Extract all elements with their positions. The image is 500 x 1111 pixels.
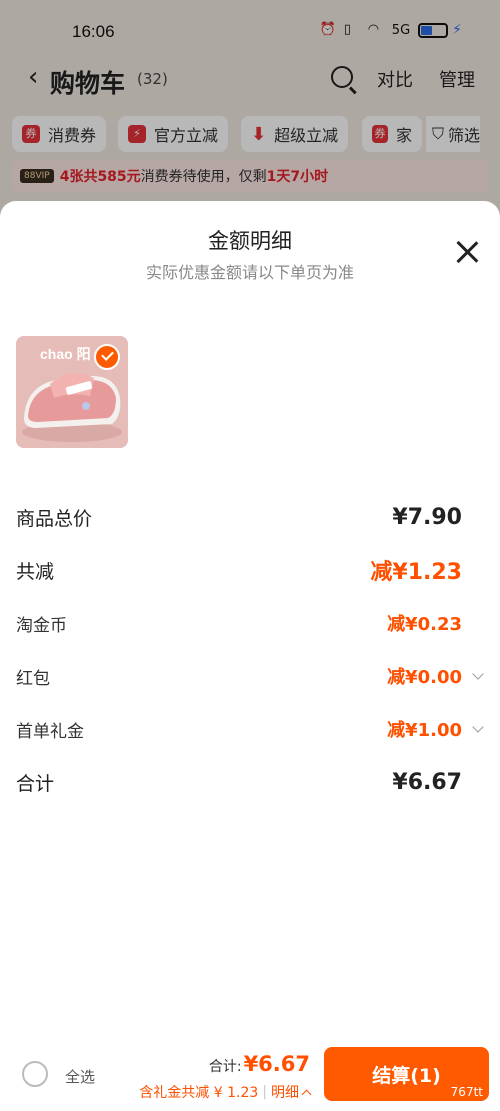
first-order-gift-label: 首单礼金 bbox=[16, 721, 84, 742]
checkout-button[interactable]: 结算(1) 767tt bbox=[324, 1047, 489, 1101]
sheet-subtitle: 实际优惠金额请以下单页为准 bbox=[145, 263, 354, 282]
amount-detail-sheet: 金额明细 实际优惠金额请以下单页为准 chao 阳 商品总价 ¥7.90 共减 … bbox=[0, 201, 500, 1111]
chevron-down-icon[interactable] bbox=[472, 668, 484, 680]
first-order-gift-value-group: 减¥1.00 bbox=[387, 716, 484, 742]
close-icon[interactable] bbox=[454, 239, 480, 265]
detail-link[interactable]: 明细 bbox=[271, 1082, 299, 1102]
bottom-total-amount: ¥6.67 bbox=[243, 1052, 310, 1076]
select-all-label[interactable]: 全选 bbox=[65, 1066, 95, 1087]
discount-detail-link[interactable]: 含礼金共减 ¥ 1.23 | 明细 bbox=[139, 1082, 312, 1102]
hongbao-value-group: 减¥0.00 bbox=[387, 663, 484, 689]
checkout-bar: 全选 合计: ¥6.67 含礼金共减 ¥ 1.23 | 明细 结算(1) 767… bbox=[0, 1040, 500, 1111]
discount-note: 含礼金共减 ¥ 1.23 bbox=[139, 1085, 259, 1101]
row-total: 合计 ¥6.67 bbox=[16, 765, 462, 799]
total-discount-label: 共减 bbox=[16, 560, 55, 583]
subtotal-value: ¥7.90 bbox=[392, 504, 462, 530]
total-line: 合计: ¥6.67 bbox=[209, 1052, 310, 1076]
row-hongbao[interactable]: 红包 减¥0.00 bbox=[16, 659, 484, 693]
row-taojinbi: 淘金币 减¥0.23 bbox=[16, 606, 462, 640]
total-label: 合计 bbox=[16, 772, 55, 795]
first-order-gift-value: 减¥1.00 bbox=[387, 720, 462, 741]
taojinbi-value: 减¥0.23 bbox=[387, 614, 462, 635]
bottom-total-label: 合计: bbox=[208, 1059, 242, 1075]
select-all-radio[interactable] bbox=[22, 1061, 48, 1087]
total-value: ¥6.67 bbox=[392, 769, 462, 795]
checkout-label: 结算(1) bbox=[372, 1065, 441, 1087]
separator: | bbox=[262, 1084, 267, 1100]
row-subtotal: 商品总价 ¥7.90 bbox=[16, 500, 462, 534]
chevron-down-icon[interactable] bbox=[472, 721, 484, 733]
checkout-tag: 767tt bbox=[450, 1085, 483, 1099]
checkmark-icon[interactable] bbox=[94, 344, 120, 370]
subtotal-label: 商品总价 bbox=[16, 507, 93, 530]
total-discount-value: 减¥1.23 bbox=[370, 560, 462, 585]
taojinbi-label: 淘金币 bbox=[16, 615, 67, 636]
hongbao-label: 红包 bbox=[16, 668, 50, 689]
chevron-up-icon[interactable] bbox=[301, 1089, 312, 1099]
product-brand-text: chao 阳 bbox=[40, 346, 91, 362]
row-first-order-gift[interactable]: 首单礼金 减¥1.00 bbox=[16, 712, 484, 746]
product-thumbnail: chao 阳 bbox=[16, 336, 128, 448]
sheet-title: 金额明细 bbox=[208, 229, 292, 253]
hongbao-value: 减¥0.00 bbox=[387, 667, 462, 688]
row-total-discount: 共减 减¥1.23 bbox=[16, 553, 462, 587]
